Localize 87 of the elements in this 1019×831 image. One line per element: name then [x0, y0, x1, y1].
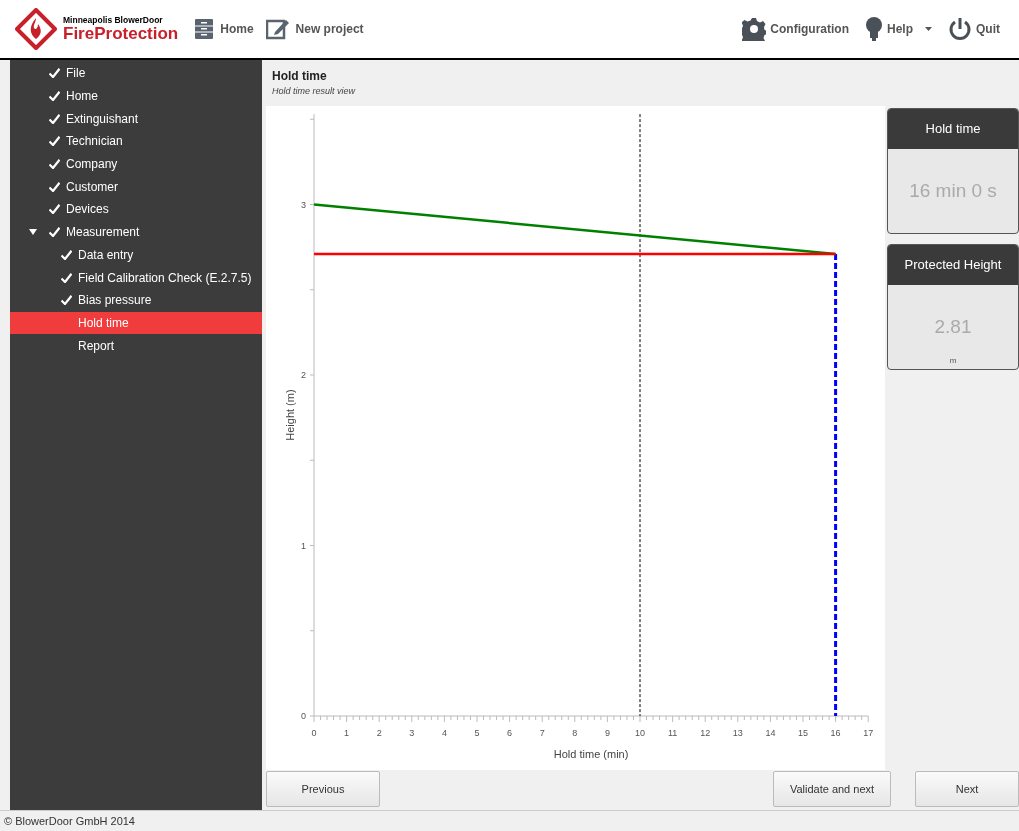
lightbulb-icon	[865, 17, 883, 41]
toolbar-button[interactable]: Home	[188, 18, 260, 40]
card-title: Protected Height	[904, 256, 1002, 275]
previous-button[interactable]: Previous	[266, 771, 380, 807]
x-tick-label: 5	[474, 728, 480, 738]
result-value: 2.81	[934, 314, 972, 339]
item-label: Devices	[66, 201, 109, 219]
item-label: Measurement	[66, 224, 140, 242]
page-title: Hold time	[272, 68, 328, 86]
item-label: File	[66, 65, 86, 83]
x-tick-label: 2	[376, 728, 382, 738]
item-label: Data entry	[78, 246, 134, 264]
check-icon	[49, 227, 60, 238]
power-icon	[948, 17, 972, 41]
x-tick-label: 0	[311, 728, 317, 738]
card-title: Hold time	[925, 120, 981, 139]
dropdown-caret-icon	[925, 27, 932, 31]
page-subtitle: Hold time result view	[272, 85, 357, 99]
tree-item[interactable]: File	[10, 62, 262, 85]
logo-subtitle: Minneapolis BlowerDoor	[63, 16, 164, 25]
x-axis-title: Hold time (min)	[553, 748, 629, 760]
tree-item[interactable]: Company	[10, 152, 262, 176]
item-label: Hold time	[78, 314, 129, 332]
x-tick-label: 4	[441, 728, 447, 738]
y-axis-title: Height (m)	[284, 389, 296, 441]
copyright-text: © BlowerDoor GmbH 2014	[4, 813, 135, 829]
x-tick-label: 3	[409, 728, 415, 738]
item-label: Customer	[66, 178, 118, 196]
edit-icon	[265, 18, 290, 40]
x-tick-label: 6	[507, 728, 513, 738]
check-icon	[61, 249, 72, 260]
item-label: Home	[66, 88, 98, 106]
tree-item[interactable]: Extinguishant	[10, 107, 262, 131]
item-label: Field Calibration Check (E.2.7.5)	[78, 269, 252, 287]
item-label: Bias pressure	[78, 292, 152, 310]
x-tick-label: 15	[798, 728, 808, 738]
x-tick-label: 10	[635, 728, 645, 738]
y-tick-label: 3	[301, 199, 306, 210]
item-label: Extinguishant	[66, 110, 139, 128]
check-icon	[49, 159, 60, 170]
toolbar-button[interactable]: Configuration	[730, 17, 853, 41]
check-icon	[49, 204, 60, 215]
validate-button[interactable]: Validate and next	[773, 771, 891, 807]
result-value: 16 min 0 s	[909, 178, 997, 203]
item-label: Technician	[66, 133, 123, 151]
toolbar-button[interactable]: Quit	[936, 17, 1004, 41]
tree-item[interactable]: Report	[10, 334, 262, 357]
tree-item[interactable]: Customer	[10, 175, 262, 199]
x-tick-label: 16	[830, 728, 841, 738]
toolbar-button[interactable]: New project	[259, 18, 370, 40]
check-icon	[61, 295, 72, 306]
check-icon	[49, 68, 60, 79]
settings-icon	[742, 17, 767, 41]
check-icon	[49, 136, 60, 147]
cabinet-icon	[194, 18, 215, 40]
x-tick-label: 11	[667, 728, 678, 738]
y-tick-label: 1	[301, 540, 306, 551]
tree-item[interactable]: Bias pressure	[10, 288, 262, 312]
check-icon	[61, 272, 72, 283]
check-icon	[49, 91, 60, 102]
expand-triangle-icon[interactable]	[29, 228, 37, 236]
tree-item[interactable]: Home	[10, 84, 262, 108]
x-tick-label: 13	[732, 728, 743, 738]
tree-item[interactable]: Field Calibration Check (E.2.7.5)	[10, 266, 262, 289]
item-label: Report	[78, 337, 115, 355]
next-button[interactable]: Next	[915, 771, 1019, 807]
x-tick-label: 7	[539, 728, 545, 738]
tree-item[interactable]: Hold time	[10, 311, 262, 335]
x-tick-label: 9	[604, 728, 610, 738]
x-tick-label: 17	[863, 728, 874, 738]
toolbar-button[interactable]: Help	[853, 17, 936, 41]
tree-item[interactable]: Technician	[10, 130, 262, 153]
unit-label: m	[949, 355, 957, 367]
logo-title: FireProtection	[63, 24, 179, 42]
x-tick-label: 12	[700, 728, 711, 738]
tree-item[interactable]: Measurement	[10, 220, 262, 244]
x-tick-label: 8	[572, 728, 578, 738]
flame-logo-icon	[15, 8, 57, 50]
x-tick-label: 14	[765, 728, 776, 738]
y-tick-label: 0	[301, 711, 306, 721]
check-icon	[49, 113, 60, 124]
tree-item[interactable]: Devices	[10, 198, 262, 221]
tree-item[interactable]: Data entry	[10, 243, 262, 267]
y-tick-label: 2	[301, 370, 306, 380]
x-tick-label: 1	[344, 728, 350, 738]
item-label: Company	[66, 156, 118, 174]
check-icon	[49, 181, 60, 192]
